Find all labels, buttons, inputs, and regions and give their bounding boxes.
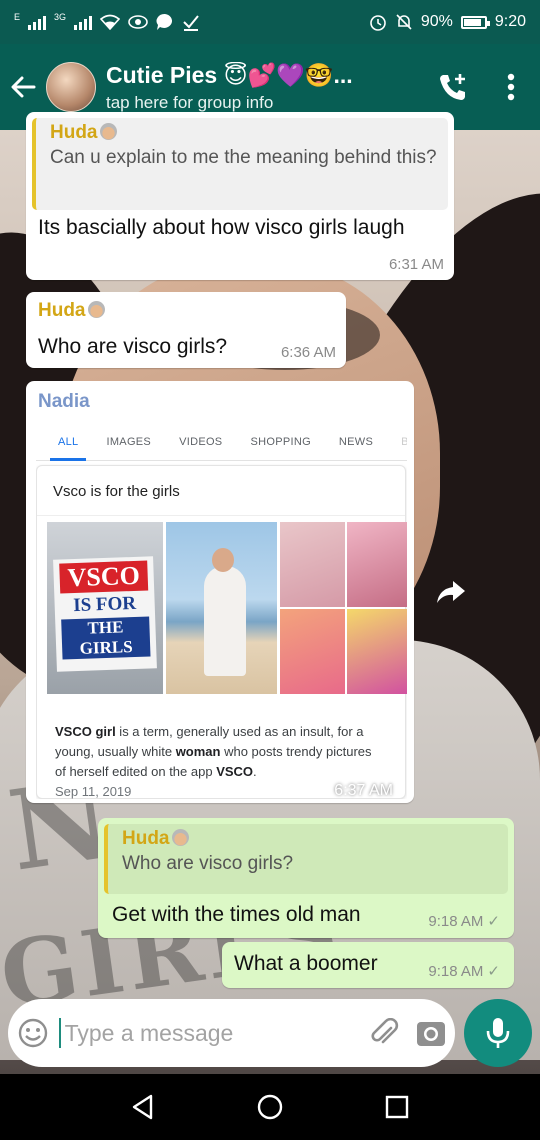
message-text: What a boomer [234,952,378,975]
message-bubble-outgoing[interactable]: What a boomer 9:18 AM ✓ [222,942,514,988]
search-query: Vsco is for the girls [37,466,405,516]
quoted-text: Can u explain to me the meaning behind t… [50,147,437,168]
back-arrow-icon [11,76,36,98]
search-date: Sep 11, 2019 [55,784,132,799]
emoji-button[interactable] [8,999,59,1067]
nav-home-icon [257,1094,283,1120]
quoted-text: Who are visco girls? [122,853,294,874]
camera-icon [417,1022,446,1046]
message-text: Its bascially about how visco girls laug… [38,216,405,239]
camera-button[interactable] [408,999,455,1067]
sign-line-1: VSCO [59,560,149,594]
message-composer [8,999,455,1067]
forward-button[interactable] [426,572,476,612]
message-bubble-incoming[interactable]: Huda Who are visco girls? 6:36 AM [26,292,346,368]
search-description: VSCO girl is a term, generally used as a… [55,724,372,779]
forward-icon [437,581,465,603]
group-subtitle: tap here for group info [106,92,274,112]
message-time: 6:37 AM [334,782,393,799]
sender-name: Huda [38,300,86,321]
sign-photo: VSCO IS FOR THE GIRLS [47,522,163,694]
sent-check-icon: ✓ [487,913,500,930]
alarm-icon [370,15,386,31]
collage-photo [280,522,407,694]
old-woman-emoji [99,123,117,140]
attach-button[interactable] [361,999,408,1067]
message-time: 9:18 AM [428,913,484,930]
message-input[interactable] [58,1018,361,1048]
chat-notification-icon [156,13,173,30]
sign-line-2: IS FOR [72,592,137,617]
network-type-label-2: 3G [54,12,67,22]
tab-shopping: SHOPPING [250,436,311,448]
message-time: 6:31 AM [388,256,444,273]
tab-news: NEWS [338,436,374,448]
image-strip: VSCO IS FOR THE GIRLS [47,522,407,694]
sign-line-3: THE GIRLS [61,616,151,660]
more-options-button[interactable] [482,44,540,130]
sender-name: Nadia [38,391,90,412]
quoted-sender: Huda [50,122,98,143]
shared-image[interactable]: ALL IMAGES VIDEOS SHOPPING NEWS BO Vsco … [36,423,407,799]
group-title: Cutie Pies 😇💕💜🤓... [106,61,353,88]
tab-all: ALL [44,423,92,461]
mute-icon [396,14,412,30]
nav-back-button[interactable] [113,1077,173,1137]
message-text: Who are visco girls? [38,335,228,358]
attach-icon [371,1018,399,1044]
old-woman-emoji [87,301,105,318]
group-avatar[interactable] [46,62,96,112]
battery-icon [460,15,490,29]
mic-icon [486,1018,510,1048]
nav-home-button[interactable] [240,1077,300,1137]
status-bar: E 3G 90% 9:20 [0,0,540,44]
old-woman-emoji [171,829,189,846]
nav-back-icon [133,1094,153,1120]
nav-recents-button[interactable] [367,1077,427,1137]
quoted-message[interactable]: Huda Who are visco girls? [104,824,508,894]
sent-check-icon: ✓ [487,963,500,980]
tab-books: BO [401,436,407,448]
eye-icon [128,15,148,29]
message-bubble-outgoing[interactable]: Huda Who are visco girls? Get with the t… [98,818,514,938]
emoji-icon [19,1018,48,1048]
message-text: Get with the times old man [112,903,361,926]
system-navigation-bar [0,1074,540,1140]
nav-recents-icon [385,1095,408,1119]
search-result-card: Vsco is for the girls VSCO IS FOR THE GI… [36,465,407,799]
check-notification-icon [183,15,199,31]
tab-images: IMAGES [106,436,152,448]
tab-videos: VIDEOS [179,436,223,448]
quoted-message[interactable]: Huda Can u explain to me the meaning beh… [32,118,448,210]
battery-percent: 90% [420,13,453,30]
group-info[interactable]: Cutie Pies 😇💕💜🤓... tap here for group in… [106,62,424,113]
signal-icon [28,14,47,30]
message-time: 9:18 AM [428,963,484,980]
image-message-bubble[interactable]: Nadia ALL IMAGES VIDEOS SHOPPING NEWS BO… [26,381,414,803]
search-tabs: ALL IMAGES VIDEOS SHOPPING NEWS BO [36,423,407,461]
clock: 9:20 [494,13,526,30]
network-type-label: E [14,12,21,22]
wifi-icon [100,14,121,30]
message-bubble-incoming[interactable]: Huda Can u explain to me the meaning beh… [26,112,454,280]
quoted-sender: Huda [122,828,170,849]
add-call-icon [440,74,465,100]
signal-icon-2 [74,14,93,30]
voice-message-button[interactable] [464,999,532,1067]
beach-photo [166,522,277,694]
message-time: 6:36 AM [280,344,336,361]
more-vert-icon [507,73,515,101]
